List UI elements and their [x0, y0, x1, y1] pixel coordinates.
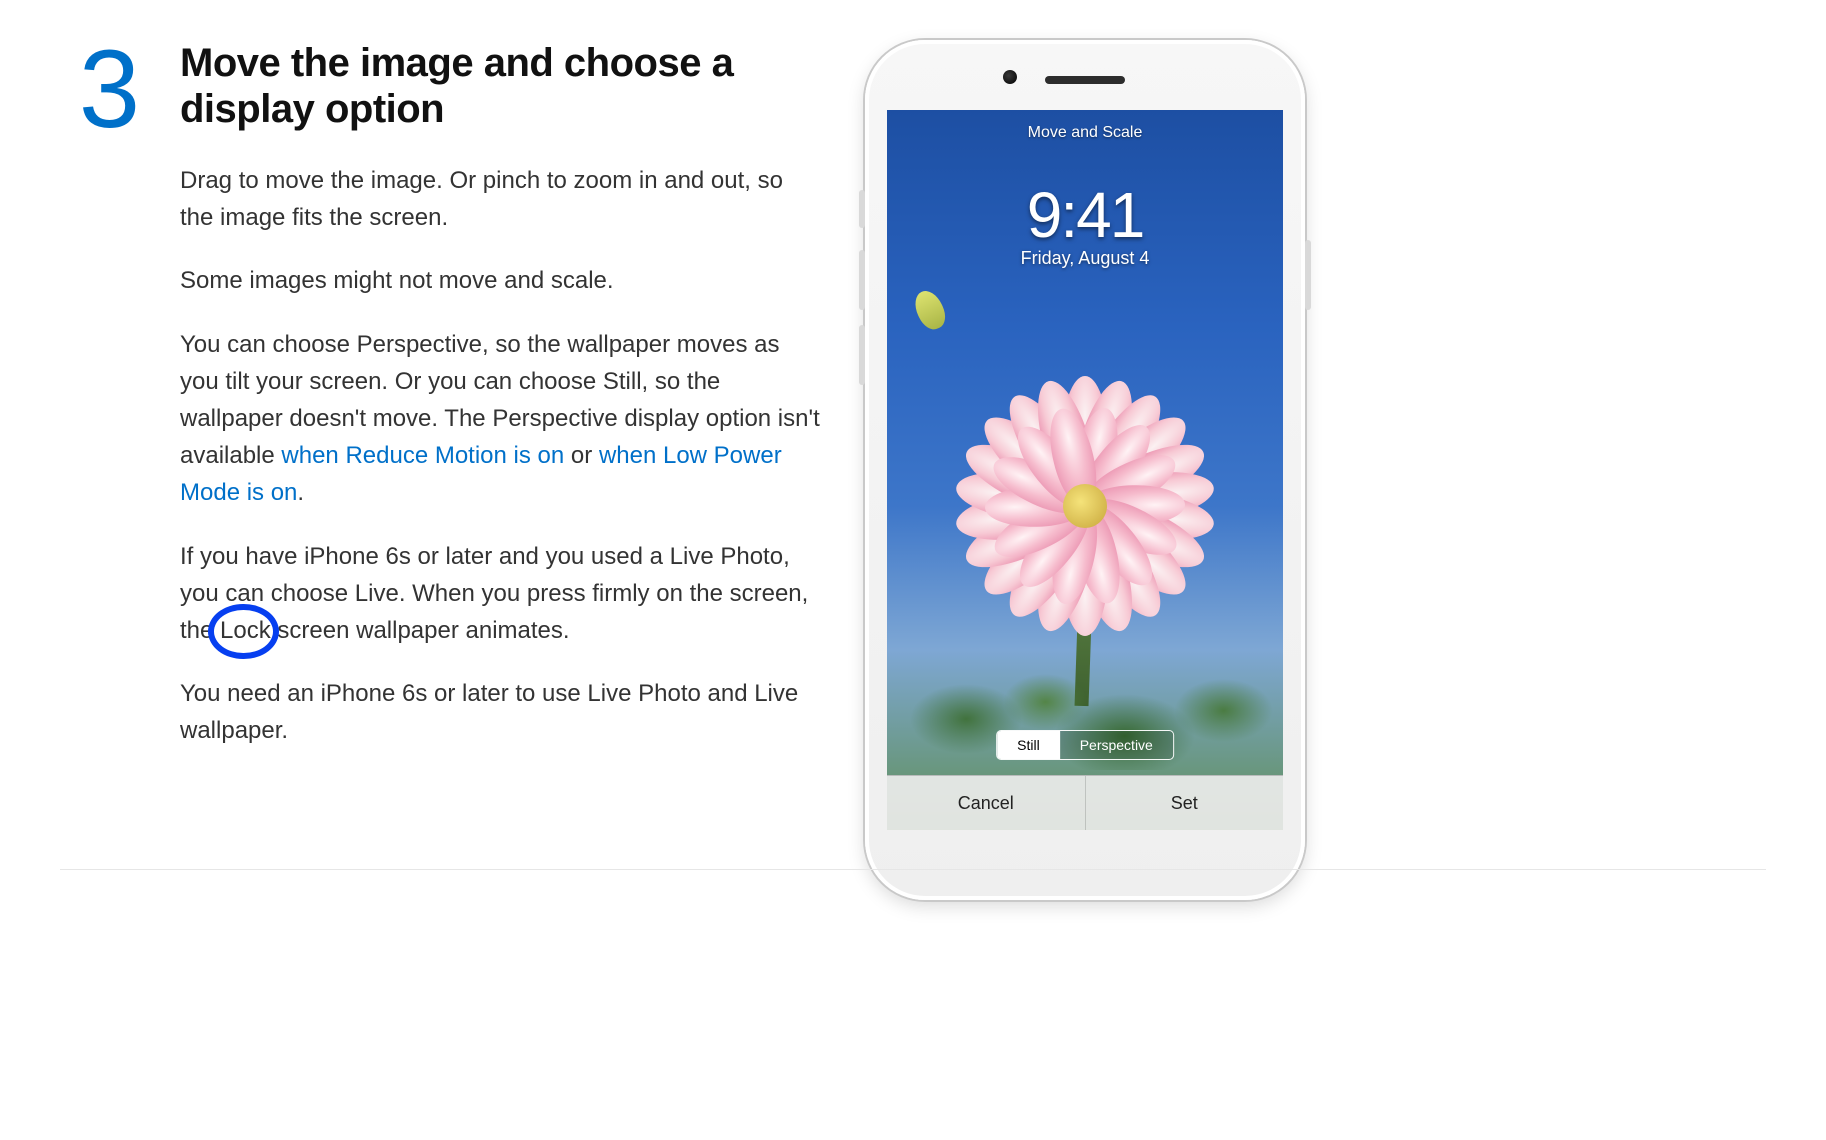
volume-up-button-icon	[859, 250, 865, 310]
paragraph-3: You can choose Perspective, so the wallp…	[180, 326, 820, 512]
lock-screen-date: Friday, August 4	[887, 248, 1283, 269]
paragraph-3-text-c: .	[297, 479, 304, 506]
power-button-icon	[1305, 240, 1311, 310]
paragraph-4-text-b: screen wallpaper animates.	[271, 617, 570, 644]
step-number-column: 3	[60, 40, 140, 139]
lock-screen-time: 9:41	[887, 178, 1283, 252]
display-option-segment: Still Perspective	[996, 730, 1174, 760]
step-heading: Move the image and choose a display opti…	[180, 40, 820, 132]
perspective-option[interactable]: Perspective	[1060, 731, 1173, 759]
phone-screen: Move and Scale 9:41 Friday, August 4 Sti…	[887, 110, 1283, 830]
paragraph-2: Some images might not move and scale.	[180, 262, 820, 299]
cancel-button[interactable]: Cancel	[887, 776, 1085, 830]
iphone-frame: Move and Scale 9:41 Friday, August 4 Sti…	[865, 40, 1305, 900]
phone-illustration-column: Move and Scale 9:41 Friday, August 4 Sti…	[860, 40, 1310, 900]
still-option[interactable]: Still	[997, 731, 1060, 759]
paragraph-4: If you have iPhone 6s or later and you u…	[180, 538, 820, 650]
move-and-scale-title: Move and Scale	[887, 124, 1283, 142]
volume-down-button-icon	[859, 325, 865, 385]
set-button[interactable]: Set	[1085, 776, 1284, 830]
paragraph-5: You need an iPhone 6s or later to use Li…	[180, 675, 820, 749]
section-divider	[60, 869, 1766, 870]
paragraph-1: Drag to move the image. Or pinch to zoom…	[180, 162, 820, 236]
phone-camera-icon	[1003, 70, 1017, 84]
reduce-motion-link[interactable]: when Reduce Motion is on	[281, 442, 564, 469]
circled-word-lock: Lock	[220, 612, 271, 649]
phone-speaker-icon	[1045, 76, 1125, 84]
step-number: 3	[79, 40, 140, 139]
wallpaper-flower	[935, 356, 1235, 656]
bottom-action-bar: Cancel Set	[887, 775, 1283, 830]
mute-switch-icon	[859, 190, 865, 228]
paragraph-3-text-b: or	[564, 442, 599, 469]
instruction-text-column: Move the image and choose a display opti…	[180, 40, 820, 775]
flower-center	[1063, 484, 1107, 528]
